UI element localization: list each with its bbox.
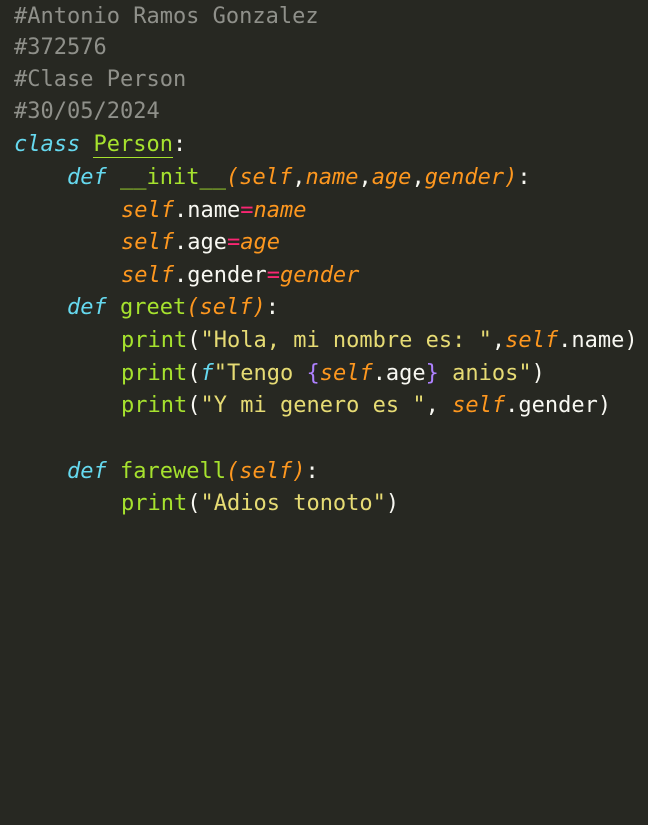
self-ref: self [121, 230, 174, 255]
keyword: def [67, 295, 107, 320]
keyword: def [67, 165, 107, 190]
value: gender [279, 263, 360, 288]
punctuation: ( [187, 491, 201, 516]
function-name: greet [120, 295, 187, 320]
code-line-assign-age: self.age=age [14, 226, 280, 259]
code-line-comment-author: #Antonio Ramos Gonzalez [14, 0, 319, 33]
code-line-farewell-def: def farewell(self): [14, 455, 319, 488]
attribute: .name [173, 198, 241, 223]
punctuation: ( [187, 328, 201, 353]
value: name [253, 198, 307, 223]
comment-text: #30/05/2024 [14, 99, 160, 124]
attribute: .age [173, 230, 227, 255]
code-line-comment-date: #30/05/2024 [14, 95, 160, 128]
punctuation: , [411, 165, 425, 190]
builtin-print: print [121, 491, 188, 516]
attribute: .gender [505, 393, 598, 418]
builtin-print: print [121, 393, 188, 418]
punctuation: : [172, 132, 187, 157]
punctuation: ) [624, 328, 638, 353]
param-self: self [239, 165, 293, 190]
attribute: .gender [173, 263, 267, 288]
keyword: def [67, 459, 107, 484]
fstring-brace: { [306, 361, 320, 386]
punctuation: : [517, 165, 531, 190]
attribute: .name [558, 328, 625, 353]
punctuation: ) [504, 165, 518, 190]
param-gender: gender [424, 165, 505, 190]
operator: = [266, 263, 280, 288]
punctuation: ) [597, 393, 612, 418]
code-editor[interactable]: #Antonio Ramos Gonzalez #372576 #Clase P… [14, 0, 648, 527]
fstring-brace: } [425, 361, 439, 386]
comment-text: #Antonio Ramos Gonzalez [14, 4, 319, 29]
code-line-print-farewell: print("Adios tonoto") [14, 487, 399, 520]
code-line-class-def: class Person: [14, 128, 186, 161]
string-literal: "Y mi genero es " [200, 393, 426, 418]
punctuation: ) [252, 295, 266, 320]
string-literal: "Tengo [213, 361, 307, 386]
fstring-prefix: f [200, 361, 214, 386]
param-name: name [305, 165, 359, 190]
string-literal: "Hola, mi nombre es: " [200, 328, 492, 353]
punctuation: ( [187, 393, 201, 418]
string-literal: "Adios tonoto" [200, 491, 386, 516]
attribute: .age [372, 361, 426, 386]
punctuation: ( [187, 361, 201, 386]
punctuation: ( [186, 295, 200, 320]
comment-text: #372576 [14, 35, 107, 60]
punctuation: , [292, 165, 306, 190]
code-line-comment-id: #372576 [14, 31, 107, 64]
punctuation: , [425, 393, 453, 418]
punctuation: ) [292, 459, 306, 484]
self-ref: self [505, 328, 559, 353]
punctuation: : [265, 295, 279, 320]
keyword: class [14, 132, 81, 157]
self-ref: self [121, 263, 174, 288]
code-line-print-name: print("Hola, mi nombre es: ",self.name) [14, 324, 638, 357]
code-line-comment-class: #Clase Person [14, 63, 186, 96]
punctuation: ) [385, 491, 400, 516]
param-self: self [239, 459, 293, 484]
string-literal: anios" [438, 361, 532, 386]
code-line-greet-def: def greet(self): [14, 291, 279, 324]
self-ref: self [319, 361, 373, 386]
punctuation: , [491, 328, 506, 353]
param-self: self [199, 295, 253, 320]
function-name: __init__ [120, 165, 226, 190]
code-line-init-def: def __init__(self,name,age,gender): [14, 161, 531, 194]
builtin-print: print [121, 328, 188, 353]
param-age: age [371, 165, 412, 190]
code-line-assign-name: self.name=name [14, 194, 306, 227]
class-name: Person [93, 132, 173, 158]
function-name: farewell [120, 459, 226, 484]
operator: = [240, 198, 254, 223]
punctuation: : [305, 459, 319, 484]
builtin-print: print [121, 361, 188, 386]
operator: = [226, 230, 241, 255]
code-line-assign-gender: self.gender=gender [14, 259, 359, 292]
punctuation: , [358, 165, 372, 190]
self-ref: self [121, 198, 174, 223]
self-ref: self [452, 393, 506, 418]
code-line-print-age: print(f"Tengo {self.age} anios") [14, 357, 545, 390]
comment-text: #Clase Person [14, 67, 187, 92]
punctuation: ) [531, 361, 545, 386]
code-line-print-gender: print("Y mi genero es ", self.gender) [14, 389, 611, 422]
value: age [240, 230, 280, 255]
punctuation: ( [225, 459, 240, 484]
punctuation: ( [225, 165, 240, 190]
